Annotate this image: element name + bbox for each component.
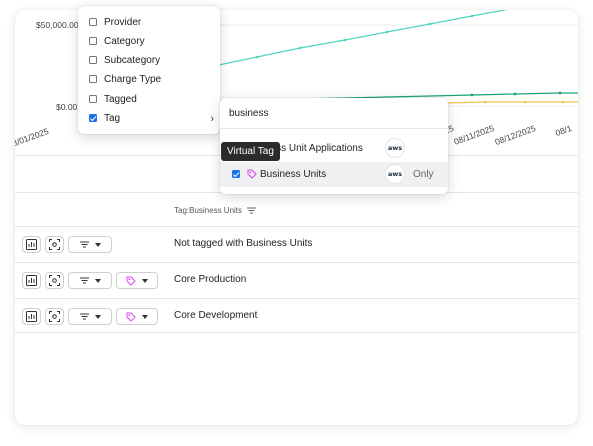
table-row[interactable]: Not tagged with Business Units — [15, 226, 578, 262]
focus-icon — [49, 239, 60, 250]
caret-down-icon — [94, 242, 101, 247]
caret-down-icon — [142, 314, 148, 319]
aws-logo-icon: aws — [385, 164, 405, 184]
group-by-menu: Provider Category Subcategory Charge Typ… — [78, 6, 220, 134]
table-row[interactable]: Core Development — [15, 298, 578, 334]
menu-item-tag[interactable]: Tag — [89, 109, 120, 127]
row-divider — [15, 332, 578, 333]
checkbox-checked[interactable] — [232, 170, 240, 178]
series-line-teal — [194, 10, 508, 71]
filter-icon — [79, 313, 89, 320]
menu-item-provider[interactable]: Provider — [89, 13, 141, 31]
sort-icon[interactable] — [247, 207, 257, 214]
chevron-right-icon: › — [210, 113, 214, 125]
chart-view-button[interactable] — [22, 308, 41, 325]
chart-icon — [26, 275, 37, 286]
filter-icon — [79, 241, 89, 248]
menu-item-tagged[interactable]: Tagged — [89, 90, 137, 108]
chart-icon — [26, 239, 37, 250]
tag-dropdown[interactable] — [116, 308, 158, 325]
menu-item-label: Tagged — [104, 93, 137, 105]
menu-item-label: Charge Type — [104, 73, 162, 85]
menu-item-charge-type[interactable]: Charge Type — [89, 70, 161, 88]
focus-icon — [49, 311, 60, 322]
row-actions — [22, 308, 158, 325]
chart-view-button[interactable] — [22, 272, 41, 289]
focus-button[interactable] — [45, 236, 64, 253]
tag-icon — [126, 276, 136, 286]
menu-item-label: Tag — [104, 112, 121, 124]
menu-item-label: Provider — [104, 16, 142, 28]
focus-button[interactable] — [45, 272, 64, 289]
row-label: Core Production — [174, 274, 247, 285]
virtual-tag-tooltip: Virtual Tag — [221, 142, 280, 161]
menu-item-label: Subcategory — [104, 54, 161, 66]
filter-dropdown[interactable] — [68, 272, 112, 289]
checkbox[interactable] — [89, 95, 97, 103]
menu-item-subcategory[interactable]: Subcategory — [89, 51, 160, 69]
filter-icon — [79, 277, 89, 284]
menu-item-category[interactable]: Category — [89, 32, 145, 50]
tag-icon — [126, 312, 136, 322]
tag-dropdown[interactable] — [116, 272, 158, 289]
tag-search-input[interactable]: business — [229, 108, 268, 119]
row-actions — [22, 236, 112, 253]
table-row[interactable]: Core Production — [15, 262, 578, 298]
focus-button[interactable] — [45, 308, 64, 325]
checkbox[interactable] — [89, 18, 97, 26]
series-points-green — [470, 91, 562, 97]
filter-dropdown[interactable] — [68, 236, 112, 253]
filter-dropdown[interactable] — [68, 308, 112, 325]
checkbox-checked[interactable] — [89, 114, 97, 122]
aws-logo-icon: aws — [385, 138, 405, 158]
tag-option-selected[interactable]: Business Units aws Only — [220, 162, 448, 187]
column-header-label: Tag:Business Units — [174, 206, 243, 215]
chart-icon — [26, 311, 37, 322]
row-actions — [22, 272, 158, 289]
caret-down-icon — [142, 278, 148, 283]
only-button[interactable]: Only — [413, 169, 434, 180]
checkbox[interactable] — [89, 56, 97, 64]
menu-item-label: Category — [104, 35, 145, 47]
column-header[interactable]: Tag:Business Units — [174, 206, 257, 215]
tag-option-label: Business Units — [260, 169, 327, 180]
row-label: Not tagged with Business Units — [174, 238, 313, 249]
tag-icon — [247, 169, 257, 179]
checkbox[interactable] — [89, 37, 97, 45]
caret-down-icon — [94, 314, 101, 319]
caret-down-icon — [94, 278, 101, 283]
series-line-yellow — [444, 101, 578, 104]
submenu-divider — [220, 128, 448, 129]
checkbox[interactable] — [89, 75, 97, 83]
focus-icon — [49, 275, 60, 286]
row-label: Core Development — [174, 310, 258, 321]
chart-view-button[interactable] — [22, 236, 41, 253]
